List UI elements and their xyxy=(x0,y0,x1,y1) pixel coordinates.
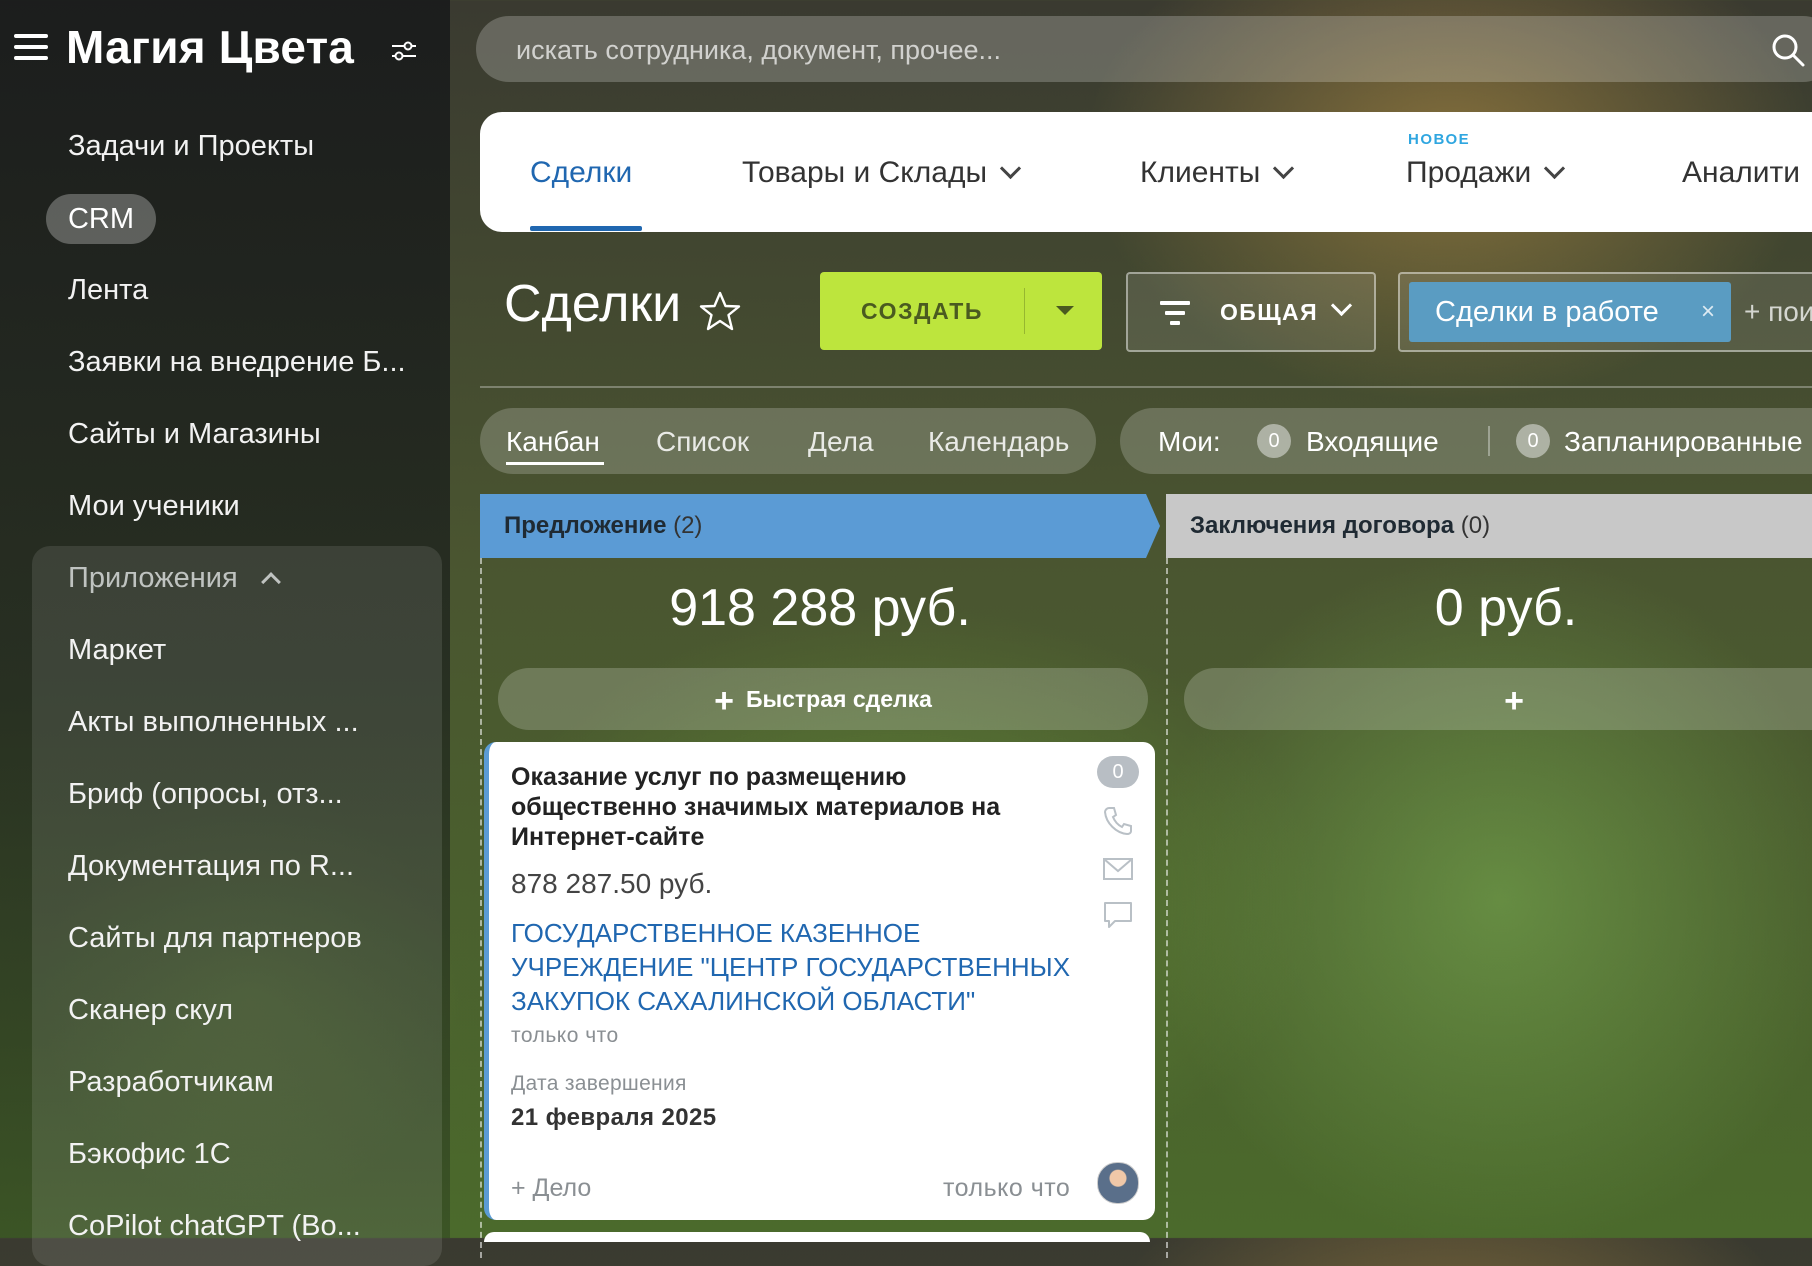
sidebar-item-tasks[interactable]: Задачи и Проекты xyxy=(68,130,314,163)
quick-deal-label: + Быстрая сделка xyxy=(498,668,1148,732)
tab-label: Товары и Склады xyxy=(742,156,988,189)
star-icon[interactable] xyxy=(698,290,742,334)
apps-section-label: Приложения xyxy=(68,562,238,594)
deal-title[interactable]: Оказание услуг по размещению общественно… xyxy=(511,762,1041,852)
column-sum: 0 руб. xyxy=(1434,579,1578,637)
column-count: (2) xyxy=(673,512,703,539)
caret-down-icon[interactable] xyxy=(1056,306,1074,315)
tab-clients[interactable]: Клиенты xyxy=(1140,156,1295,190)
new-badge: НОВОЕ xyxy=(1408,131,1471,148)
view-switcher: Канбан Список Дела Календарь xyxy=(480,408,1096,474)
page-title: Сделки xyxy=(504,275,682,333)
column-name: Предложение xyxy=(504,512,667,539)
chevron-up-icon xyxy=(260,572,281,592)
column-sum: 918 288 руб. xyxy=(669,579,971,637)
sidebar-app-scanner[interactable]: Сканер скул xyxy=(68,994,233,1027)
phone-icon[interactable] xyxy=(1101,804,1135,838)
counter-badge: 0 xyxy=(1257,424,1291,458)
category-filter-label: ОБЩАЯ xyxy=(1220,299,1319,325)
quick-deal-text: Быстрая сделка xyxy=(745,686,932,712)
counters-bar: Мои: 0 Входящие 0 Запланированные xyxy=(1120,408,1812,474)
quick-deal-button[interactable]: + Быстрая сделка xyxy=(498,668,1148,730)
chevron-down-icon xyxy=(1544,157,1566,180)
filter-preset-chip[interactable]: Сделки в работе × xyxy=(1409,282,1731,342)
sidebar-app-market[interactable]: Маркет xyxy=(68,634,166,667)
sidebar-item-requests[interactable]: Заявки на внедрение Б... xyxy=(68,346,406,379)
deal-close-date: 21 февраля 2025 xyxy=(511,1104,717,1131)
filter-preset-label: Сделки в работе xyxy=(1435,296,1659,328)
search-icon[interactable] xyxy=(1770,32,1806,68)
column-count: (0) xyxy=(1460,512,1491,539)
plus-icon: + xyxy=(714,682,734,720)
mail-icon[interactable] xyxy=(1101,852,1135,886)
close-icon[interactable]: × xyxy=(1701,282,1715,342)
deal-card[interactable]: Оказание услуг по размещению общественно… xyxy=(484,742,1155,1220)
column-title: Предложение (2) xyxy=(504,494,702,558)
chat-icon[interactable] xyxy=(1101,898,1135,932)
apps-section-toggle[interactable]: Приложения xyxy=(68,562,281,595)
view-kanban[interactable]: Канбан xyxy=(506,426,600,458)
deal-updated-time: только что xyxy=(943,1174,1071,1202)
sidebar-app-acts[interactable]: Акты выполненных ... xyxy=(68,706,359,739)
view-calendar[interactable]: Календарь xyxy=(928,426,1069,458)
column-title: Заключения договора (0) xyxy=(1190,494,1490,558)
activity-counter-badge: 0 xyxy=(1097,756,1139,788)
menu-icon[interactable] xyxy=(14,34,48,64)
deal-amount: 878 287.50 руб. xyxy=(511,868,713,899)
sidebar-app-docs[interactable]: Документация по R... xyxy=(68,850,354,883)
filter-search-placeholder[interactable]: + пои xyxy=(1744,274,1812,350)
create-split-button: СОЗДАТЬ xyxy=(820,272,1102,350)
counters-label: Мои: xyxy=(1158,426,1221,457)
sidebar-app-copilot[interactable]: CoPilot chatGPT (Bo... xyxy=(68,1210,361,1243)
chevron-down-icon xyxy=(999,157,1022,180)
tab-active-indicator xyxy=(530,226,642,231)
view-activities[interactable]: Дела xyxy=(808,426,874,458)
deal-card[interactable] xyxy=(484,1232,1150,1242)
sidebar-item-students[interactable]: Мои ученики xyxy=(68,490,240,523)
search-bar xyxy=(476,16,1812,84)
column-border xyxy=(480,558,482,1258)
counter-badge: 0 xyxy=(1516,424,1550,458)
sidebar-app-backoffice[interactable]: Бэкофис 1С xyxy=(68,1138,231,1171)
sidebar-app-developers[interactable]: Разработчикам xyxy=(68,1066,274,1099)
sidebar-item-crm[interactable]: CRM xyxy=(46,194,156,244)
tab-analytics[interactable]: Аналити xyxy=(1682,156,1800,190)
deal-created-time: только что xyxy=(511,1024,619,1047)
view-list[interactable]: Список xyxy=(656,426,749,458)
tab-label: Продажи xyxy=(1406,156,1532,189)
view-active-indicator xyxy=(506,462,604,465)
sidebar-app-brief[interactable]: Бриф (опросы, отз... xyxy=(68,778,343,811)
tab-products[interactable]: Товары и Склады xyxy=(742,156,1022,190)
settings-sliders-icon[interactable] xyxy=(390,38,418,66)
app-logo[interactable]: Магия Цвета xyxy=(66,20,354,74)
sidebar-item-feed[interactable]: Лента xyxy=(68,274,148,307)
category-filter-button[interactable]: ОБЩАЯ xyxy=(1126,272,1376,352)
divider xyxy=(1024,288,1025,334)
counter-planned[interactable]: Запланированные xyxy=(1564,426,1803,458)
create-button[interactable]: СОЗДАТЬ xyxy=(820,272,1024,350)
quick-deal-button[interactable]: + xyxy=(1184,668,1812,730)
tab-label: Клиенты xyxy=(1140,156,1261,189)
divider xyxy=(1488,426,1490,456)
counter-incoming[interactable]: Входящие xyxy=(1306,426,1439,458)
deal-close-date-label: Дата завершения xyxy=(511,1072,687,1095)
quick-deal-label: + xyxy=(1184,668,1812,732)
plus-icon: + xyxy=(1504,682,1524,720)
filter-search-box[interactable]: Сделки в работе × + пои xyxy=(1398,272,1812,352)
chevron-down-icon xyxy=(1330,294,1353,317)
deal-client-link[interactable]: ГОСУДАРСТВЕННОЕ КАЗЕННОЕ УЧРЕЖДЕНИЕ "ЦЕН… xyxy=(511,916,1091,1018)
toolbar-divider xyxy=(480,386,1812,388)
search-input[interactable] xyxy=(514,16,1718,84)
tab-deals[interactable]: Сделки xyxy=(530,156,632,190)
sidebar-app-partner-sites[interactable]: Сайты для партнеров xyxy=(68,922,362,955)
column-name: Заключения договора xyxy=(1190,512,1455,539)
avatar[interactable] xyxy=(1097,1162,1139,1204)
column-border xyxy=(1166,558,1168,1258)
chevron-down-icon xyxy=(1273,157,1295,180)
tab-sales[interactable]: Продажи xyxy=(1406,156,1566,190)
filter-icon xyxy=(1160,301,1190,325)
add-activity-link[interactable]: + Дело xyxy=(511,1174,591,1203)
sidebar-item-sites[interactable]: Сайты и Магазины xyxy=(68,418,321,451)
